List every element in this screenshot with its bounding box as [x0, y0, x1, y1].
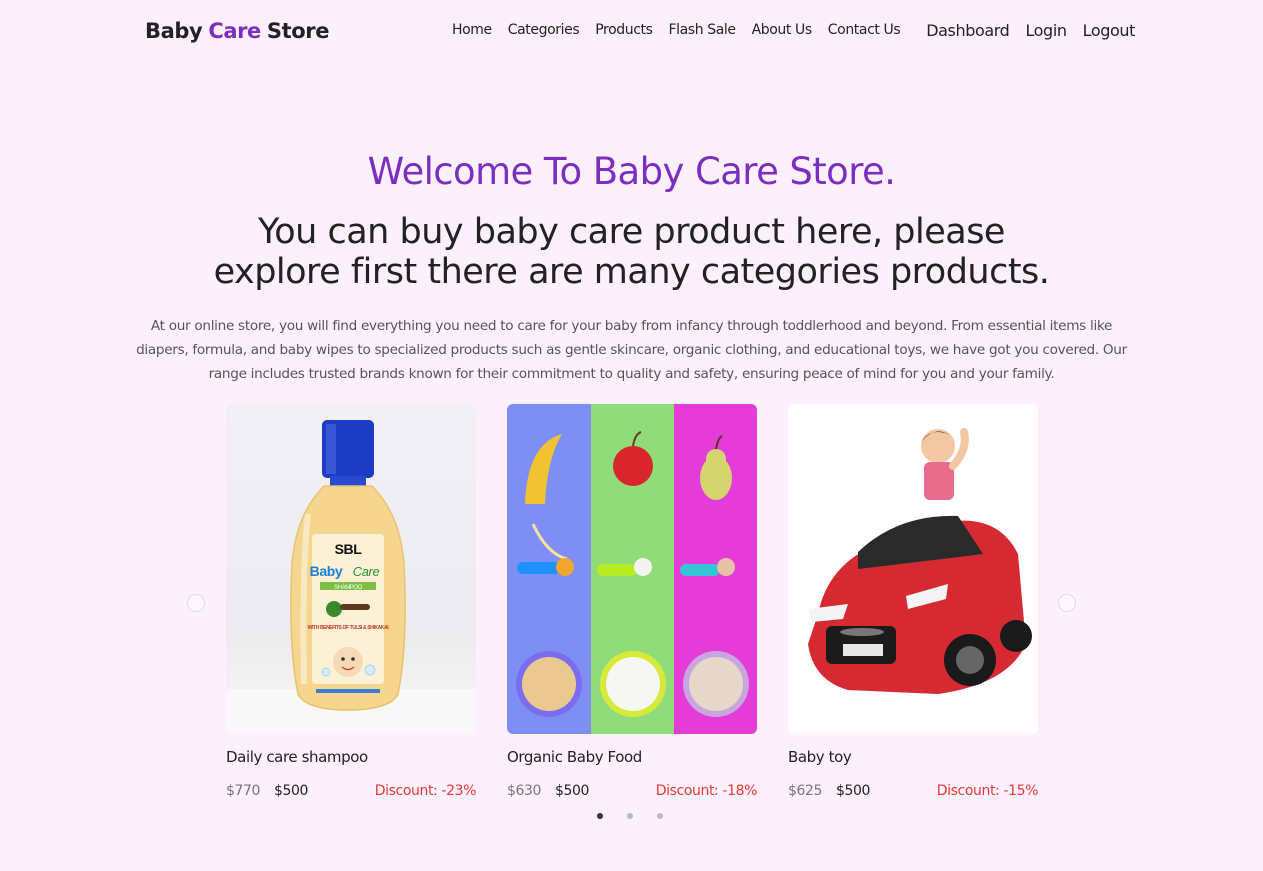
brand-logo[interactable]: Baby Care Store	[145, 19, 335, 43]
product-image-shampoo[interactable]: SBL Baby Care SHAMPOO WITH BENEFITS OF T…	[226, 404, 476, 734]
label-baby: Baby	[310, 563, 343, 579]
food-panel-pink	[674, 404, 757, 734]
pear-icon	[680, 435, 749, 717]
account-nav: Dashboard Login Logout	[926, 21, 1135, 40]
product-image-toy[interactable]	[788, 404, 1038, 734]
hero-description: At our online store, you will find every…	[136, 318, 1127, 382]
brand-word-1: Baby	[145, 19, 203, 43]
nav-about-us[interactable]: About Us	[752, 22, 813, 38]
nav-login[interactable]: Login	[1025, 21, 1067, 40]
carousel-pagination	[597, 813, 663, 819]
carousel-next-icon[interactable]: ›	[1058, 594, 1076, 612]
discount-label: Discount: -23%	[374, 783, 477, 799]
brand-word-2: Care	[208, 19, 261, 43]
label-sbl: SBL	[335, 541, 363, 557]
nav-flash-sale[interactable]: Flash Sale	[668, 22, 736, 38]
food-panel-blue	[507, 404, 591, 734]
label-shampoo: SHAMPOO	[334, 585, 363, 591]
new-price: $500	[836, 783, 871, 799]
old-price: $770	[226, 783, 261, 799]
product-title[interactable]: Baby toy	[788, 748, 852, 766]
navbar: Baby Care Store Home Categories Products F…	[0, 0, 1263, 64]
product-image-baby-food[interactable]	[507, 404, 757, 734]
nav-products[interactable]: Products	[595, 22, 653, 38]
new-price: $500	[555, 783, 590, 799]
label-care: Care	[353, 564, 380, 579]
nav-categories[interactable]: Categories	[508, 22, 580, 38]
nav-contact-us[interactable]: Contact Us	[828, 22, 901, 38]
shampoo-bottle-icon: SBL Baby Care SHAMPOO WITH BENEFITS OF T…	[226, 420, 476, 734]
nav-logout[interactable]: Logout	[1083, 21, 1136, 40]
discount-label: Discount: -15%	[936, 783, 1039, 799]
old-price: $625	[788, 783, 823, 799]
food-panel-green	[591, 404, 674, 734]
pagination-dot-1[interactable]	[597, 813, 603, 819]
nav-dashboard[interactable]: Dashboard	[926, 21, 1010, 40]
brand-word-3: Store	[266, 19, 330, 43]
banana-icon	[516, 434, 582, 717]
product-card[interactable]: Organic Baby Food $630 $500 Discount: -1…	[507, 404, 757, 799]
product-card[interactable]: Baby toy $625 $500 Discount: -15%	[788, 404, 1038, 799]
main-nav: Home Categories Products Flash Sale Abou…	[452, 22, 901, 38]
discount-label: Discount: -18%	[655, 783, 758, 799]
old-price: $630	[507, 783, 542, 799]
toy-car-icon	[808, 428, 1032, 694]
product-title[interactable]: Daily care shampoo	[226, 748, 368, 766]
hero-welcome: Welcome To Baby Care Store.	[367, 150, 896, 193]
hero-tagline: You can buy baby care product here, plea…	[213, 212, 1050, 292]
product-card[interactable]: SBL Baby Care SHAMPOO WITH BENEFITS OF T…	[226, 404, 476, 799]
product-carousel: ‹ › SBL Baby Care SHAMPOO WITH BENEFITS …	[0, 404, 1263, 834]
carousel-prev-icon[interactable]: ‹	[187, 594, 205, 612]
pagination-dot-2[interactable]	[627, 813, 633, 819]
nav-home[interactable]: Home	[452, 22, 492, 38]
label-benefits: WITH BENEFITS OF TULSI & SHIKAKAI	[308, 625, 389, 631]
new-price: $500	[274, 783, 309, 799]
apple-icon	[597, 431, 666, 717]
product-title[interactable]: Organic Baby Food	[507, 748, 642, 766]
pagination-dot-3[interactable]	[657, 813, 663, 819]
